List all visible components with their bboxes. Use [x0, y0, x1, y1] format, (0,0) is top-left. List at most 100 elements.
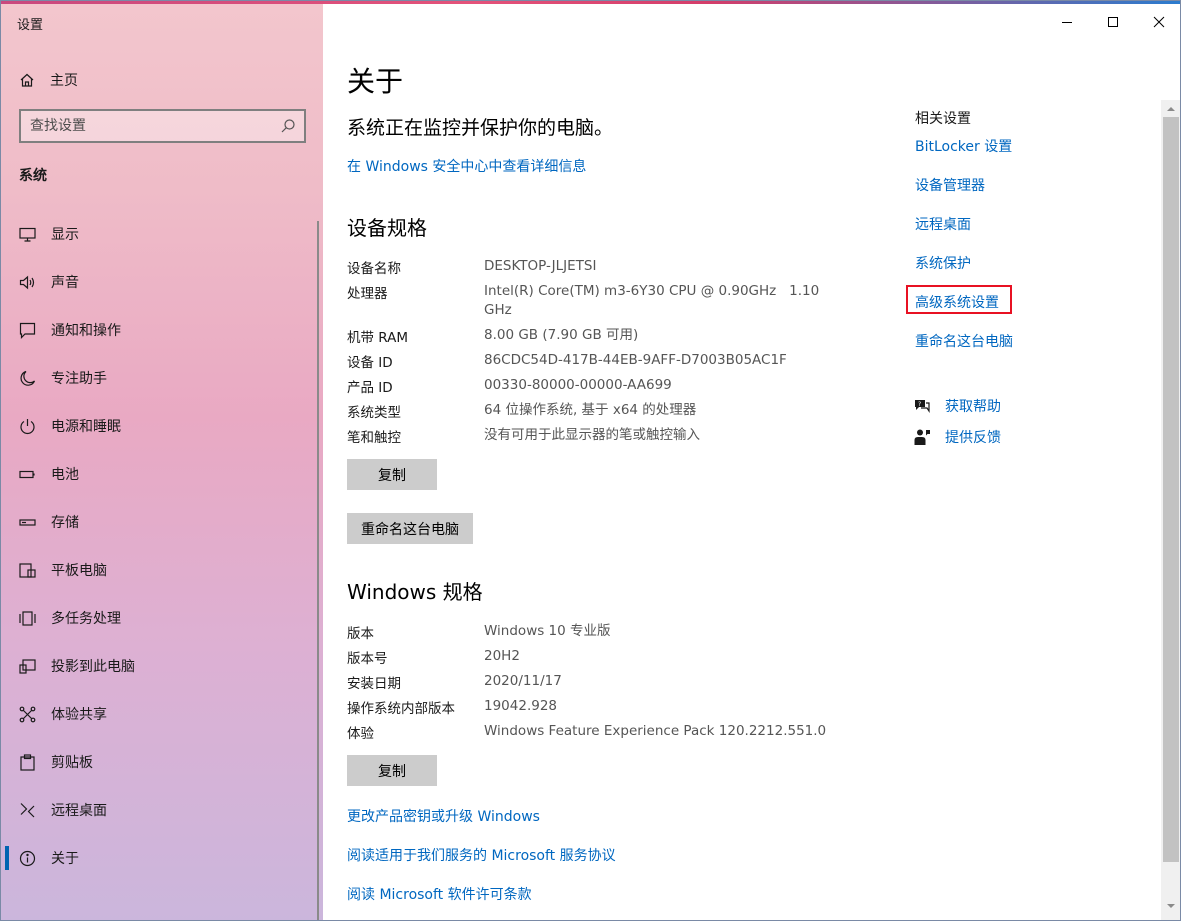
clipboard-icon	[20, 754, 35, 771]
main-content: 关于 系统正在监控并保护你的电脑。 在 Windows 安全中心中查看详细信息 …	[323, 4, 1180, 920]
sidebar-item-focus-assist[interactable]: 专注助手	[1, 354, 323, 402]
maximize-icon	[1108, 17, 1118, 27]
sidebar-item-about[interactable]: 关于	[1, 834, 323, 882]
spec-label-pen-touch: 笔和触控	[347, 430, 401, 446]
tablet-icon	[19, 563, 36, 578]
share-icon	[19, 706, 36, 723]
scroll-up-arrow-icon[interactable]	[1167, 105, 1175, 113]
remote-icon	[20, 803, 35, 818]
spec-label-edition: 版本	[347, 626, 374, 642]
help-chat-icon: ?	[915, 400, 930, 413]
minimize-button[interactable]	[1044, 4, 1090, 40]
power-icon	[20, 419, 35, 435]
protection-status: 系统正在监控并保护你的电脑。	[347, 117, 614, 139]
sidebar-item-label: 多任务处理	[51, 611, 121, 627]
services-agreement-link[interactable]: 阅读适用于我们服务的 Microsoft 服务协议	[347, 845, 616, 865]
sidebar-item-label: 剪贴板	[51, 755, 93, 771]
sidebar-item-shared-experiences[interactable]: 体验共享	[1, 690, 323, 738]
spec-value-os-build: 19042.928	[484, 698, 558, 714]
search-input[interactable]	[21, 117, 280, 135]
sidebar-item-label: 存储	[51, 515, 79, 531]
sidebar-item-label: 关于	[51, 851, 79, 867]
sidebar-item-battery[interactable]: 电池	[1, 450, 323, 498]
spec-label-device-id: 设备 ID	[347, 355, 393, 371]
windows-specs-heading: Windows 规格	[347, 580, 483, 604]
sidebar-item-remote-desktop[interactable]: 远程桌面	[1, 786, 323, 834]
sidebar-item-project[interactable]: 投影到此电脑	[1, 642, 323, 690]
sidebar-item-label: 声音	[51, 275, 79, 291]
spec-value-pen-touch: 没有可用于此显示器的笔或触控输入	[484, 427, 700, 443]
spec-value-ram: 8.00 GB (7.90 GB 可用)	[484, 327, 639, 343]
sidebar-item-label: 电源和睡眠	[51, 419, 121, 435]
copy-windows-specs-button[interactable]: 复制	[347, 755, 437, 786]
sidebar-item-label: 体验共享	[51, 707, 107, 723]
battery-icon	[19, 470, 35, 479]
spec-value-device-id: 86CDC54D-417B-44EB-9AFF-D7003B05AC1F	[484, 352, 787, 368]
system-protection-link[interactable]: 系统保护	[915, 253, 971, 273]
close-button[interactable]	[1136, 4, 1180, 40]
multitask-icon	[19, 611, 36, 626]
sidebar-home-label: 主页	[50, 73, 78, 89]
sidebar-item-display[interactable]: 显示	[1, 210, 323, 258]
remote-desktop-link[interactable]: 远程桌面	[915, 214, 971, 234]
spec-label-system-type: 系统类型	[347, 405, 401, 421]
monitor-icon	[19, 227, 36, 242]
spec-label-version: 版本号	[347, 651, 388, 667]
sidebar-item-clipboard[interactable]: 剪贴板	[1, 738, 323, 786]
sidebar-item-storage[interactable]: 存储	[1, 498, 323, 546]
device-manager-link[interactable]: 设备管理器	[915, 175, 985, 195]
spec-value-processor: Intel(R) Core(TM) m3-6Y30 CPU @ 0.90GHz …	[484, 283, 820, 299]
sidebar-item-label: 平板电脑	[51, 563, 107, 579]
spec-value-product-id: 00330-80000-00000-AA699	[484, 377, 672, 393]
home-icon	[20, 73, 34, 87]
sidebar-scrollbar[interactable]	[317, 221, 319, 920]
sidebar: 设置 主页 系统 显示 声音 通知和操作	[1, 4, 323, 920]
get-help-row[interactable]: ? 获取帮助	[913, 396, 1001, 416]
search-box[interactable]	[19, 109, 306, 143]
moon-icon	[20, 370, 36, 386]
spec-value-experience: Windows Feature Experience Pack 120.2212…	[484, 723, 827, 739]
close-icon	[1153, 16, 1165, 28]
sidebar-item-tablet[interactable]: 平板电脑	[1, 546, 323, 594]
spec-value-install-date: 2020/11/17	[484, 673, 562, 689]
sidebar-item-notifications[interactable]: 通知和操作	[1, 306, 323, 354]
sidebar-item-label: 显示	[51, 227, 79, 243]
sidebar-item-label: 远程桌面	[51, 803, 107, 819]
sidebar-item-label: 通知和操作	[51, 323, 121, 339]
spec-label-install-date: 安装日期	[347, 676, 401, 692]
sidebar-item-label: 专注助手	[51, 371, 107, 387]
sidebar-item-multitasking[interactable]: 多任务处理	[1, 594, 323, 642]
info-icon	[19, 850, 36, 867]
copy-device-specs-button[interactable]: 复制	[347, 459, 437, 490]
rename-this-pc-link[interactable]: 重命名这台电脑	[915, 331, 1013, 351]
sidebar-item-power-sleep[interactable]: 电源和睡眠	[1, 402, 323, 450]
spec-value-version: 20H2	[484, 648, 520, 664]
scroll-down-arrow-icon[interactable]	[1167, 902, 1175, 910]
notification-icon	[19, 322, 36, 339]
rename-pc-button[interactable]: 重命名这台电脑	[347, 513, 473, 544]
svg-text:?: ?	[918, 401, 921, 408]
search-icon[interactable]	[280, 118, 296, 134]
sidebar-item-label: 投影到此电脑	[51, 659, 135, 675]
give-feedback-row[interactable]: 提供反馈	[913, 427, 1001, 447]
window-controls	[1044, 4, 1180, 40]
maximize-button[interactable]	[1090, 4, 1136, 40]
app-title: 设置	[17, 18, 44, 33]
give-feedback-link[interactable]: 提供反馈	[945, 427, 1001, 447]
bitlocker-settings-link[interactable]: BitLocker 设置	[915, 136, 1012, 156]
related-settings-title: 相关设置	[915, 111, 971, 127]
spec-label-processor: 处理器	[347, 286, 388, 302]
spec-value-edition: Windows 10 专业版	[484, 623, 611, 639]
highlight-box	[906, 285, 1012, 314]
storage-icon	[19, 519, 36, 526]
get-help-link[interactable]: 获取帮助	[945, 396, 1001, 416]
section-label-system: 系统	[19, 168, 47, 184]
speaker-icon	[19, 275, 35, 290]
main-scrollbar-thumb[interactable]	[1163, 117, 1179, 862]
feedback-person-icon	[914, 429, 930, 445]
security-center-link[interactable]: 在 Windows 安全中心中查看详细信息	[347, 156, 586, 176]
change-product-key-link[interactable]: 更改产品密钥或升级 Windows	[347, 806, 540, 826]
license-terms-link[interactable]: 阅读 Microsoft 软件许可条款	[347, 884, 532, 904]
sidebar-home[interactable]: 主页	[19, 68, 78, 92]
sidebar-item-sound[interactable]: 声音	[1, 258, 323, 306]
